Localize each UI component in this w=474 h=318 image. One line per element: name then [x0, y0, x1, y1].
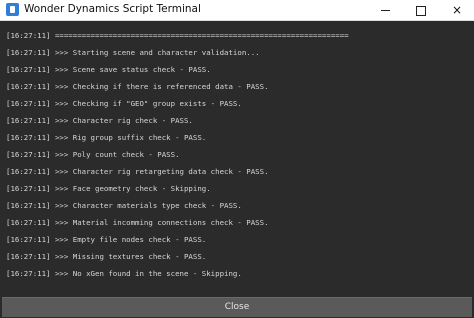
log-line: [16:27:11] >>> Rig group suffix check - …: [6, 133, 207, 142]
log-line: [16:27:11] >>> Character rig retargeting…: [6, 167, 269, 176]
close-button[interactable]: Close: [2, 297, 472, 317]
minimize-icon: [380, 10, 390, 11]
maximize-icon: [416, 5, 426, 16]
log-line: [16:27:11] >>> Character rig check - PAS…: [6, 116, 193, 125]
log-line: [16:27:11] >>> Missing textures check - …: [6, 252, 207, 261]
app-icon: [6, 3, 19, 16]
log-line: [16:27:11] =============================…: [6, 31, 349, 40]
log-line: [16:27:11] >>> Checking if there is refe…: [6, 82, 269, 91]
log-line: [16:27:11] >>> Face geometry check - Ski…: [6, 184, 211, 193]
log-line: [16:27:11] >>> Poly count check - PASS.: [6, 150, 180, 159]
terminal-output[interactable]: [16:27:11] =============================…: [2, 22, 472, 292]
minimize-button[interactable]: [368, 0, 402, 20]
log-line: [16:27:11] >>> Starting scene and charac…: [6, 48, 260, 57]
maximize-button[interactable]: [404, 0, 438, 20]
close-window-button[interactable]: ×: [440, 0, 474, 20]
close-button-label: Close: [224, 302, 250, 312]
title-bar: Wonder Dynamics Script Terminal ×: [0, 0, 474, 21]
log-line: [16:27:11] >>> Checking if "GEO" group e…: [6, 99, 242, 108]
log-line: [16:27:11] >>> Empty file nodes check - …: [6, 235, 207, 244]
log-line: [16:27:11] >>> No xGen found in the scen…: [6, 269, 242, 278]
close-icon: ×: [451, 3, 463, 17]
log-line: [16:27:11] >>> Scene save status check -…: [6, 65, 211, 74]
window-title: Wonder Dynamics Script Terminal: [24, 3, 201, 15]
log-line: [16:27:11] >>> Character materials type …: [6, 201, 242, 210]
log-line: [16:27:11] >>> Material incomming connec…: [6, 218, 269, 227]
